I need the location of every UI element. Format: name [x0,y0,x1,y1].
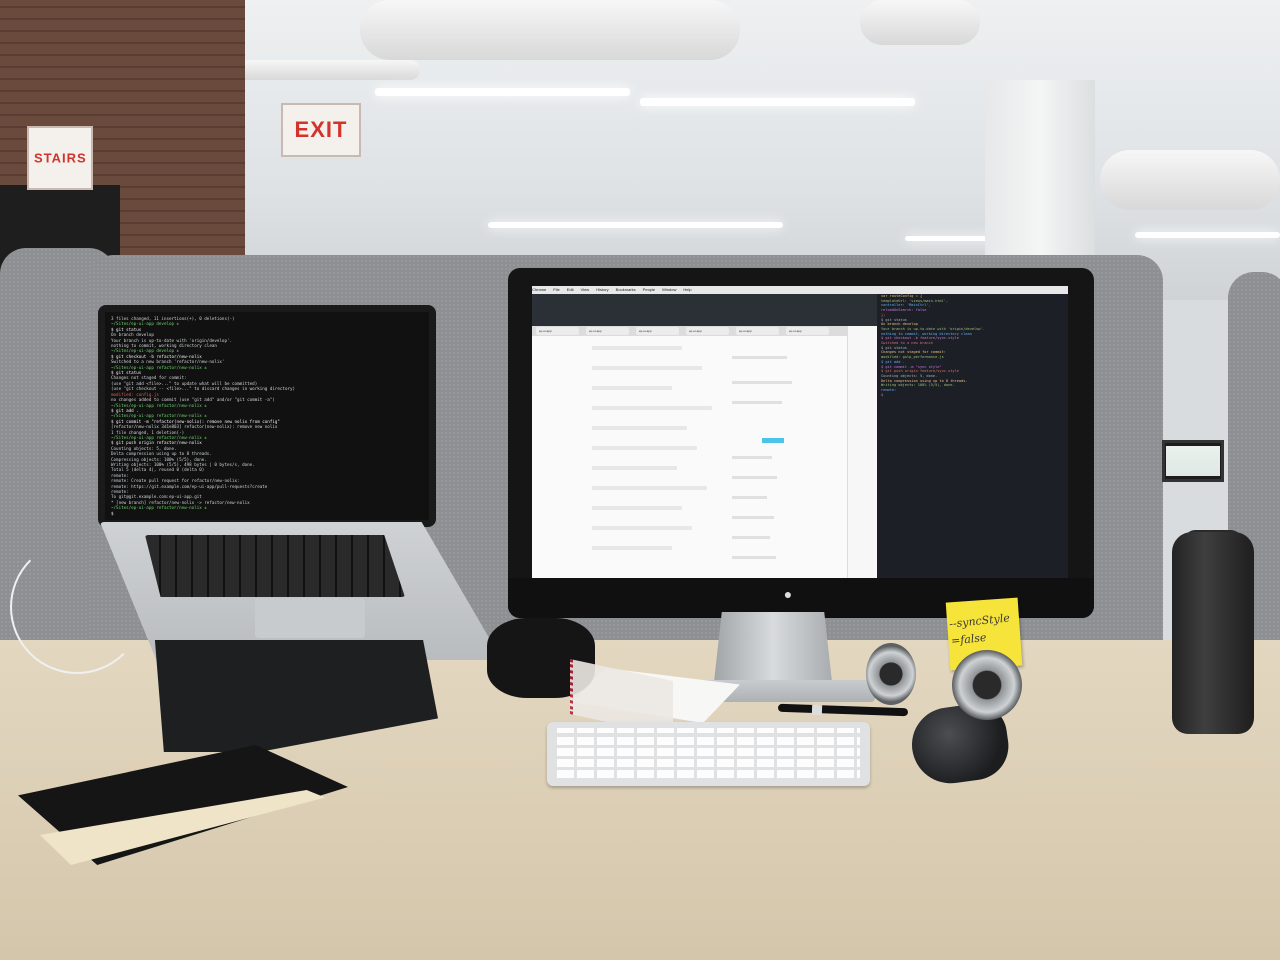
ceiling-duct-right [1100,150,1280,210]
browser-tab[interactable]: ep-ui-app [586,327,629,335]
list-item [592,426,687,430]
list-item [592,526,692,530]
ceiling-light [488,222,783,228]
menubar-item[interactable]: Window [662,287,676,292]
laptop-screen: 3 files changed, 11 insertions(+), 0 del… [98,305,436,527]
list-item [592,366,702,370]
browser-tab[interactable]: ep-ui-app [636,327,679,335]
exit-sign: EXIT [281,103,361,157]
terminal-line: $ [111,510,114,516]
browser-window: ep-ui-app ep-ui-app ep-ui-app ep-ui-app ep-u… [532,326,848,578]
stairs-sign-text: STAIRS [33,150,87,166]
keyboard-row [557,770,860,778]
sidebar-line [732,536,770,539]
sticky-note-text: --syncStyle =false [948,608,1021,649]
browser-tab[interactable]: ep-ui-app [736,327,779,335]
stairs-sign: STAIRS [27,126,93,190]
mac-menubar: Chrome File Edit View History Bookmarks People… [532,286,1068,294]
headphone-right-cup [952,650,1022,720]
browser-tab-bar: ep-ui-app ep-ui-app ep-ui-app ep-ui-app ep-u… [532,326,847,336]
list-item [592,386,672,390]
ceiling-light [375,88,630,96]
sidebar-line [732,476,777,479]
monitor-screen: Chrome File Edit View History Bookmarks People… [532,286,1068,578]
browser-action-button[interactable] [762,438,784,443]
far-monitor-screen [1166,446,1220,476]
code-editor-pane: var routeConfig = { templateUrl: 'views/… [877,294,1068,578]
sidebar-line [732,516,774,519]
sidebar-line [732,356,787,359]
keyboard-row [557,759,860,767]
ceiling-duct-top [860,0,980,45]
menubar-item[interactable]: Edit [567,287,574,292]
sidebar-line [732,456,772,459]
menubar-item[interactable]: Bookmarks [616,287,636,292]
laptop-keyboard [145,535,405,597]
list-item [592,486,707,490]
water-bottle [1172,532,1254,734]
laptop-trackpad [255,598,365,638]
list-item [592,466,677,470]
browser-tab[interactable]: ep-ui-app [536,327,579,335]
browser-tab[interactable]: ep-ui-app [786,327,829,335]
menubar-item[interactable]: Chrome [532,287,546,292]
list-item [592,546,672,550]
menubar-item[interactable]: View [581,287,590,292]
apple-logo-icon: ● [783,586,793,602]
sidebar-line [732,496,767,499]
menubar-item[interactable]: History [596,287,608,292]
menubar-item[interactable]: File [553,287,559,292]
list-item [592,346,682,350]
sidebar-line [732,381,792,384]
headphone-left-cup [866,643,916,705]
ceiling-duct [360,0,740,60]
ceiling-light [905,236,995,241]
keyboard-row [557,748,860,756]
browser-tab[interactable]: ep-ui-app [686,327,729,335]
list-item [592,406,712,410]
power-cable [10,540,144,674]
sidebar-line [732,556,776,559]
menubar-item[interactable]: People [643,287,655,292]
pen-band [811,704,823,716]
menubar-item[interactable]: Help [683,287,691,292]
exit-sign-text: EXIT [294,117,348,142]
ceiling-light [1135,232,1280,238]
laptop-terminal: 3 files changed, 11 insertions(+), 0 del… [105,312,429,520]
keyboard-fn-row [557,728,860,733]
list-item [592,446,697,450]
code-line: $ [881,392,884,397]
list-item [592,506,682,510]
sidebar-line [732,401,782,404]
ceiling-light [640,98,915,106]
keyboard-row [557,737,860,745]
editor-pane-top [532,294,877,326]
wireless-keyboard[interactable] [547,722,870,786]
